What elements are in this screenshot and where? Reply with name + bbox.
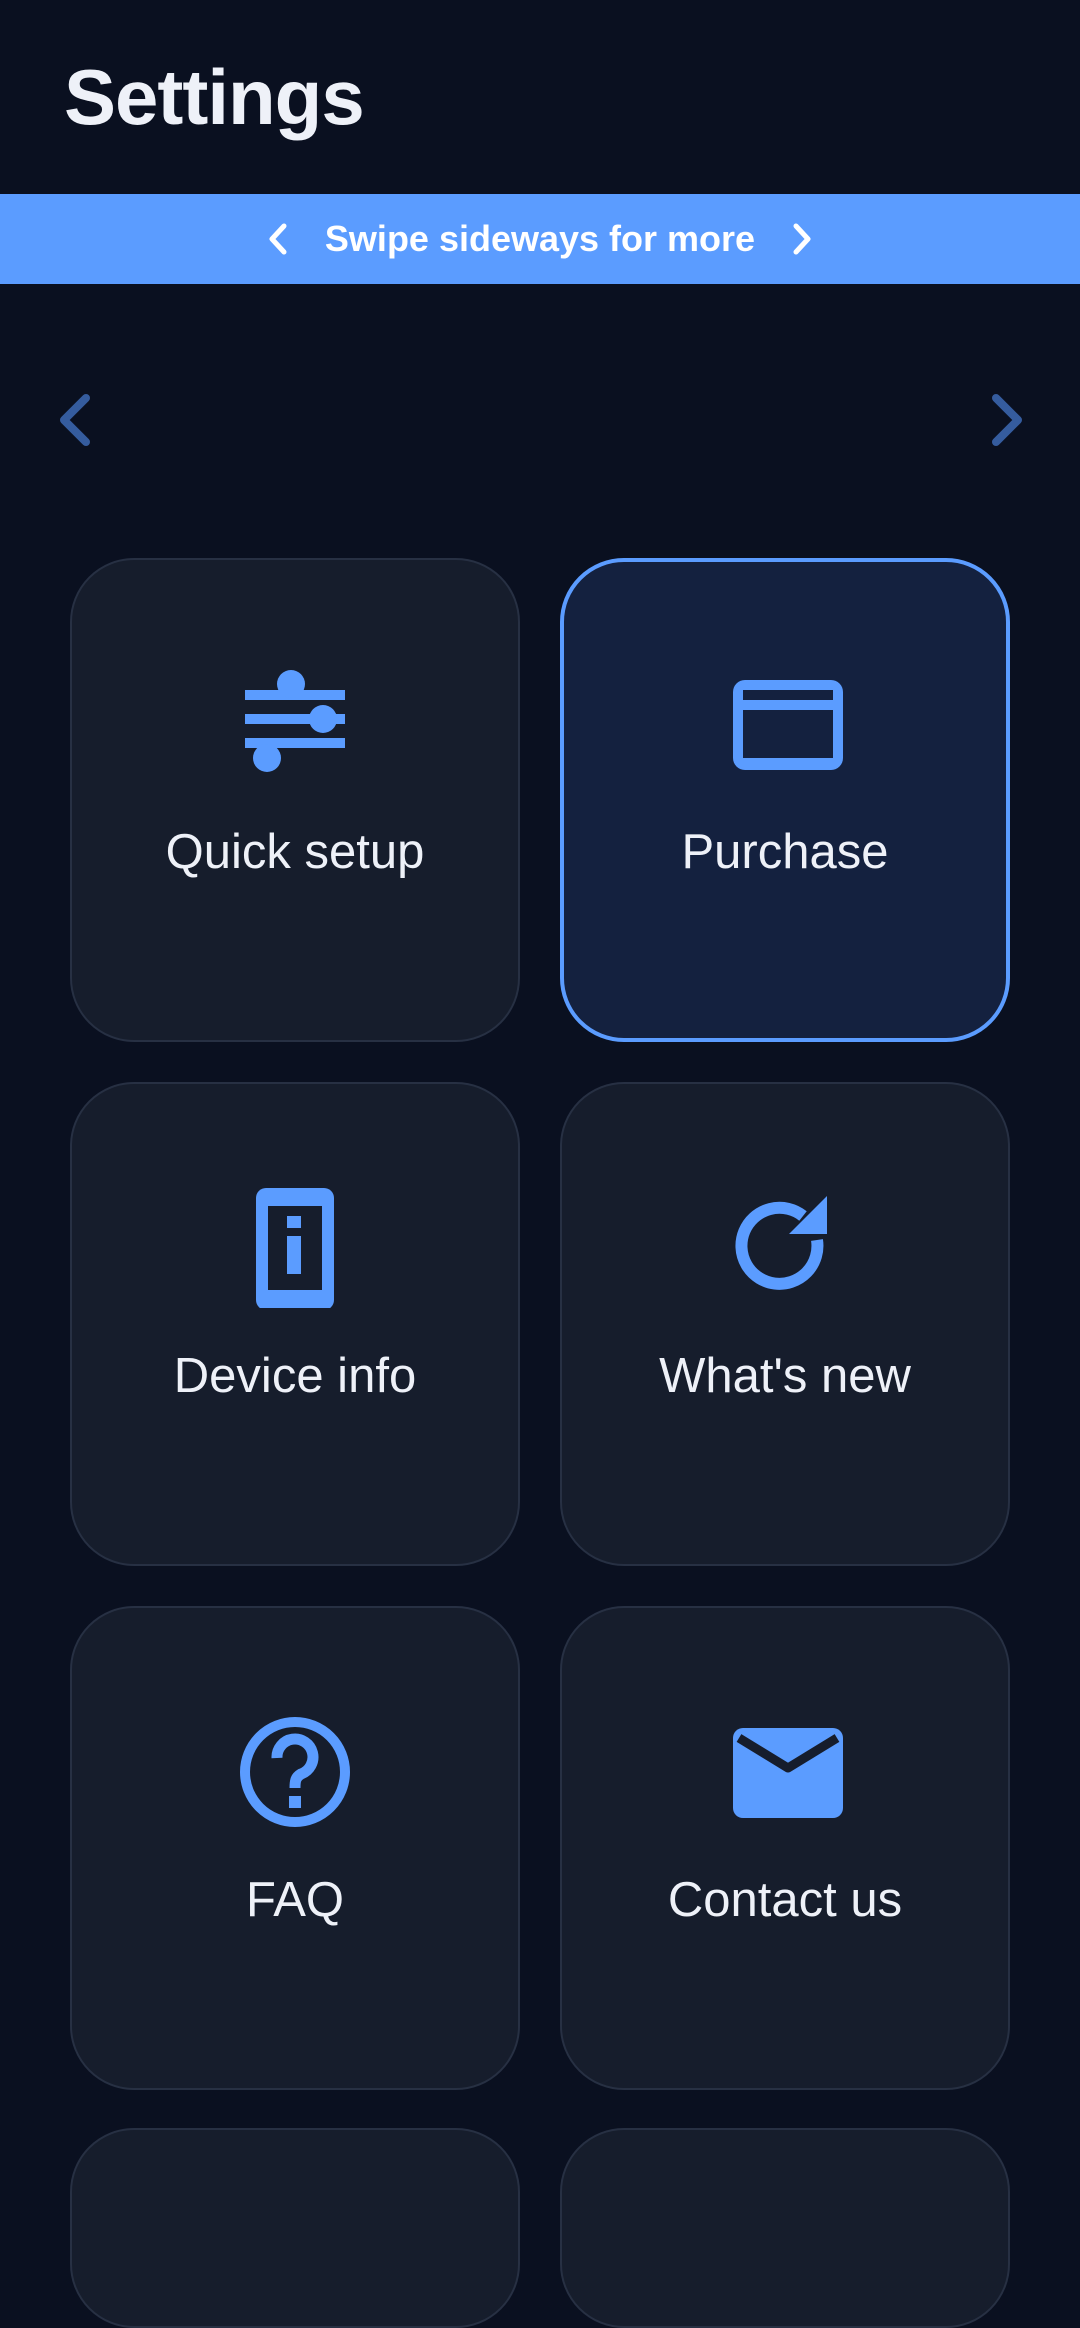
chevron-right-icon — [793, 223, 811, 255]
credit-card-icon — [725, 664, 845, 784]
sliders-icon — [235, 664, 355, 784]
next-row-tile-left[interactable] — [70, 2128, 520, 2328]
faq-tile[interactable]: FAQ — [70, 1606, 520, 2090]
next-page-arrow-icon[interactable] — [976, 388, 1036, 452]
contact-us-label: Contact us — [667, 1873, 903, 1927]
previous-page-arrow-icon[interactable] — [46, 388, 106, 452]
help-circle-icon — [235, 1712, 355, 1832]
settings-grid: Quick setup Purchase Device info What's … — [70, 558, 1010, 2090]
next-row-tile-right[interactable] — [560, 2128, 1010, 2328]
purchase-tile[interactable]: Purchase — [560, 558, 1010, 1042]
device-info-tile[interactable]: Device info — [70, 1082, 520, 1566]
whats-new-label: What's new — [659, 1349, 911, 1403]
quick-setup-label: Quick setup — [165, 825, 425, 879]
whats-new-tile[interactable]: What's new — [560, 1082, 1010, 1566]
refresh-icon — [725, 1188, 845, 1308]
mail-icon — [725, 1712, 845, 1832]
quick-setup-tile[interactable]: Quick setup — [70, 558, 520, 1042]
device-info-label: Device info — [173, 1349, 417, 1403]
device-info-icon — [235, 1188, 355, 1308]
chevron-left-icon — [269, 223, 287, 255]
purchase-label: Purchase — [681, 825, 889, 879]
swipe-hint-text: Swipe sideways for more — [324, 218, 756, 259]
page-title: Settings — [64, 53, 365, 141]
swipe-hint-banner: Swipe sideways for more — [0, 194, 1080, 284]
contact-us-tile[interactable]: Contact us — [560, 1606, 1010, 2090]
faq-label: FAQ — [245, 1873, 345, 1927]
